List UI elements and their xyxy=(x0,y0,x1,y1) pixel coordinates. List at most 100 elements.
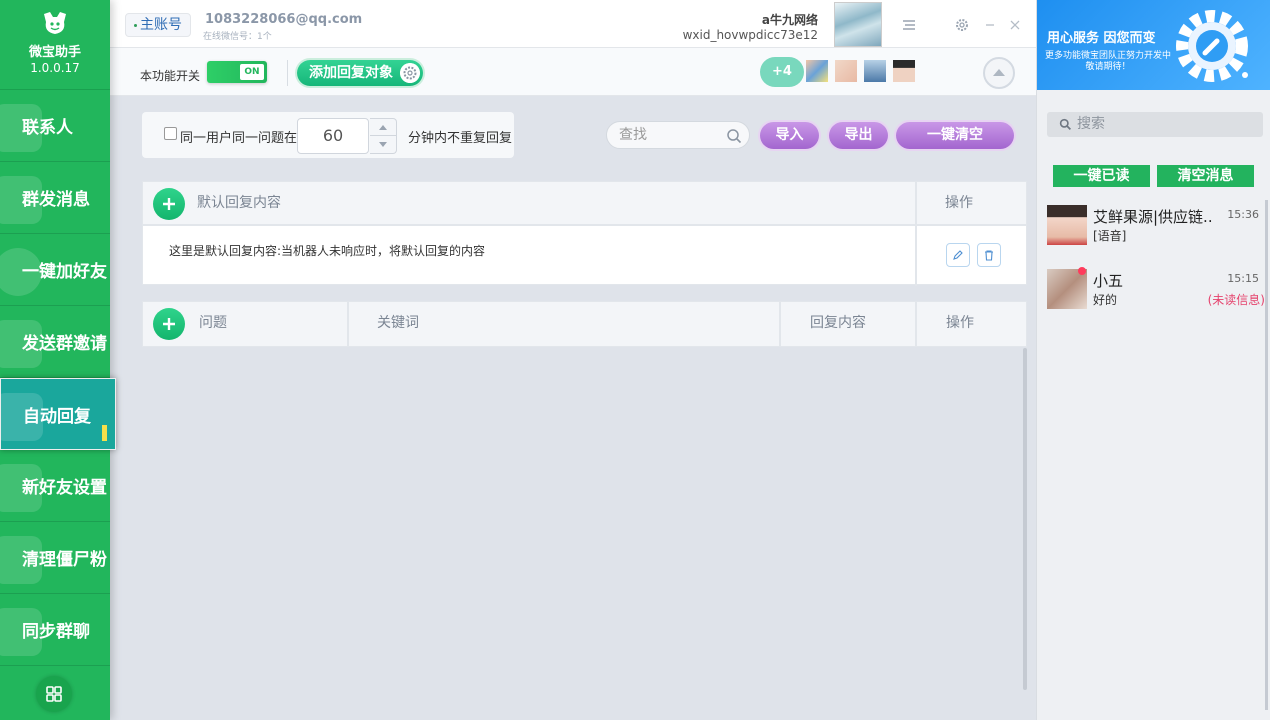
banner-subtitle-line: 敬请期待！ xyxy=(1085,62,1131,72)
column-divider xyxy=(347,302,349,346)
column-divider xyxy=(915,182,917,286)
message-time: 15:36 xyxy=(1227,208,1259,221)
target-avatar[interactable] xyxy=(893,60,915,82)
message-sender: 小五 xyxy=(1093,272,1124,290)
trash-icon xyxy=(985,250,993,261)
default-reply-text[interactable]: 这里是默认回复内容:当机器人未响应时，将默认回复的内容 xyxy=(169,242,485,259)
plus-icon xyxy=(163,198,175,210)
online-count: 在线微信号：1个 xyxy=(203,32,272,42)
search-placeholder: 搜索 xyxy=(1077,116,1105,132)
stepper-down[interactable] xyxy=(370,136,396,153)
edit-pen-icon xyxy=(953,250,963,260)
sidebar-item-group-invite[interactable]: 发送群邀请 xyxy=(0,306,110,378)
message-preview: [语音] xyxy=(1093,229,1127,243)
chevron-up-icon xyxy=(993,69,1005,76)
sidebar-item-auto-reply[interactable]: 自动回复 xyxy=(0,378,116,450)
banner-subtitle-line: 更多功能微宝团队正努力开发中 xyxy=(1044,51,1171,61)
sidebar-item-sync-groups[interactable]: 同步群聊 xyxy=(0,594,110,666)
grid-icon xyxy=(46,686,62,702)
minimize-icon[interactable] xyxy=(982,17,998,33)
contact-search-input[interactable]: 搜索 xyxy=(1047,112,1263,137)
column-divider xyxy=(779,302,781,346)
promo-banner: 用心服务 因您而变 更多功能微宝团队正努力开发中 敬请期待！ xyxy=(1037,0,1270,90)
auto-reply-panel: 同一用户同一问题在 60 分钟内不重复回复 查找 导入 导出 一键清空 默认回复… xyxy=(110,96,1036,720)
menu-icon[interactable] xyxy=(901,17,917,33)
sidebar-item-label: 发送群邀请 xyxy=(22,334,107,354)
column-question: 问题 xyxy=(199,315,227,331)
account-tab[interactable]: 主账号 xyxy=(125,13,191,37)
settings-gear-icon[interactable] xyxy=(954,17,970,33)
import-button[interactable]: 导入 xyxy=(760,122,819,149)
column-reply-content: 回复内容 xyxy=(810,315,866,331)
column-actions: 操作 xyxy=(946,315,974,331)
wechat-id: wxid_hovwpdicc73e12 xyxy=(682,28,818,42)
apps-grid-button[interactable] xyxy=(36,676,72,712)
sidebar-item-mass-message[interactable]: 群发消息 xyxy=(0,162,110,234)
default-reply-table: 默认回复内容 操作 这里是默认回复内容:当机器人未响应时，将默认回复的内容 xyxy=(142,181,1027,286)
banner-title: 用心服务 因您而变 xyxy=(1047,31,1156,46)
app-logo: 微宝助手 1.0.0.17 xyxy=(0,0,110,90)
add-reply-target-label: 添加回复对象 xyxy=(309,65,393,81)
message-time: 15:15 xyxy=(1227,272,1259,285)
stepper-up[interactable] xyxy=(370,119,396,136)
avatar xyxy=(1047,269,1087,309)
sidebar-item-label: 同步群聊 xyxy=(22,622,90,642)
unread-status: (未读信息) xyxy=(1207,293,1265,307)
message-preview: 好的 xyxy=(1093,293,1118,307)
table-header: 默认回复内容 操作 xyxy=(143,182,1026,226)
minutes-input[interactable]: 60 xyxy=(297,118,369,154)
close-icon[interactable] xyxy=(1007,17,1023,33)
message-list-scrollbar[interactable] xyxy=(1265,200,1268,710)
search-icon xyxy=(727,129,742,144)
search-icon xyxy=(1059,118,1072,131)
column-actions: 操作 xyxy=(945,195,973,211)
add-rule-button[interactable] xyxy=(153,308,185,340)
sidebar-item-label: 自动回复 xyxy=(23,406,91,427)
app-logo-icon xyxy=(44,12,66,34)
no-repeat-checkbox[interactable] xyxy=(164,127,177,140)
add-reply-target-button[interactable]: 添加回复对象 xyxy=(297,60,423,86)
app-version: 1.0.0.17 xyxy=(30,61,80,75)
toggle-state: ON xyxy=(240,64,264,80)
target-avatar[interactable] xyxy=(835,60,857,82)
column-divider xyxy=(915,302,917,346)
collapse-button[interactable] xyxy=(983,57,1015,89)
clear-all-button[interactable]: 一键清空 xyxy=(896,122,1014,149)
more-targets-badge[interactable]: +4 xyxy=(760,57,804,87)
message-panel: 用心服务 因您而变 更多功能微宝团队正努力开发中 敬请期待！ 搜索 一键已读 清空… xyxy=(1036,0,1270,720)
search-input[interactable]: 查找 xyxy=(606,121,750,149)
message-item[interactable]: 小五 15:15 好的 (未读信息) xyxy=(1047,267,1265,313)
triangle-down-icon xyxy=(379,141,387,147)
sidebar-item-label: 联系人 xyxy=(22,118,73,138)
sidebar-item-label: 清理僵尸粉 xyxy=(22,550,107,570)
message-sender: 艾鲜果源|供应链.. xyxy=(1093,208,1213,226)
function-switch-label: 本功能开关 xyxy=(140,69,201,83)
sidebar-item-label: 一键加好友 xyxy=(22,262,107,282)
sidebar-item-contacts[interactable]: 联系人 xyxy=(0,90,110,162)
sidebar-item-clean-zombies[interactable]: 清理僵尸粉 xyxy=(0,522,110,594)
account-tab-label: 主账号 xyxy=(140,17,182,33)
wechat-avatar[interactable] xyxy=(834,2,882,47)
account-email: 1083228066@qq.com xyxy=(205,12,363,27)
add-default-reply-button[interactable] xyxy=(153,188,185,220)
repeat-suffix-label: 分钟内不重复回复 xyxy=(408,131,513,146)
clear-messages-button[interactable]: 清空消息 xyxy=(1157,165,1254,187)
keyword-reply-table: 问题 关键词 回复内容 操作 xyxy=(142,301,1027,347)
search-placeholder: 查找 xyxy=(619,127,647,143)
content-scrollbar[interactable] xyxy=(1023,348,1027,690)
sidebar-item-new-friend-settings[interactable]: 新好友设置 xyxy=(0,450,110,522)
repeat-setting: 同一用户同一问题在 60 分钟内不重复回复 xyxy=(142,112,514,158)
minutes-stepper[interactable] xyxy=(370,118,397,154)
export-button[interactable]: 导出 xyxy=(829,122,888,149)
function-toggle[interactable]: ON xyxy=(207,61,267,83)
message-item[interactable]: 艾鲜果源|供应链.. 15:36 [语音] xyxy=(1047,205,1259,249)
sidebar-item-add-friends[interactable]: 一键加好友 xyxy=(0,234,110,306)
mark-all-read-button[interactable]: 一键已读 xyxy=(1053,165,1150,187)
target-avatar[interactable] xyxy=(864,60,886,82)
app-window: 微宝助手 1.0.0.17 联系人 群发消息 一键加好友 发送群邀请 自动回复 … xyxy=(0,0,1270,720)
target-avatar[interactable] xyxy=(806,60,828,82)
repeat-label: 同一用户同一问题在 xyxy=(180,131,298,146)
active-indicator xyxy=(102,425,107,441)
delete-button[interactable] xyxy=(977,243,1001,267)
edit-button[interactable] xyxy=(946,243,970,267)
